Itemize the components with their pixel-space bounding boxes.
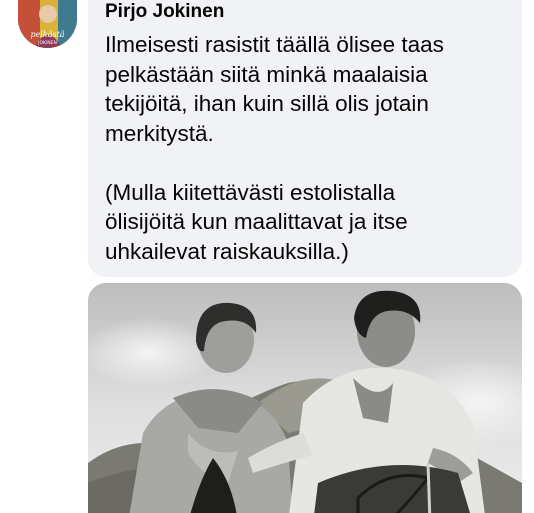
- comment-thread: pelkästä JOKINEN Pirjo Jokinen Ilmeisest…: [0, 0, 534, 513]
- comment-bubble: Pirjo Jokinen Ilmeisesti rasistit täällä…: [88, 0, 522, 277]
- svg-text:JOKINEN: JOKINEN: [37, 40, 57, 46]
- avatar-image: pelkästä JOKINEN: [18, 0, 77, 48]
- comment-attachment-photo[interactable]: [88, 283, 522, 513]
- comment-paragraph-1: Ilmeisesti rasistit täällä ölisee taas p…: [105, 32, 444, 146]
- film-still-image: [88, 283, 522, 513]
- author-name-link[interactable]: Pirjo Jokinen: [105, 0, 506, 24]
- comment-text: Ilmeisesti rasistit täällä ölisee taas p…: [105, 30, 506, 266]
- author-avatar[interactable]: pelkästä JOKINEN: [18, 0, 77, 48]
- svg-text:pelkästä: pelkästä: [30, 30, 64, 39]
- comment-paragraph-2: (Mulla kiitettävästi estolistalla ölisij…: [105, 179, 408, 264]
